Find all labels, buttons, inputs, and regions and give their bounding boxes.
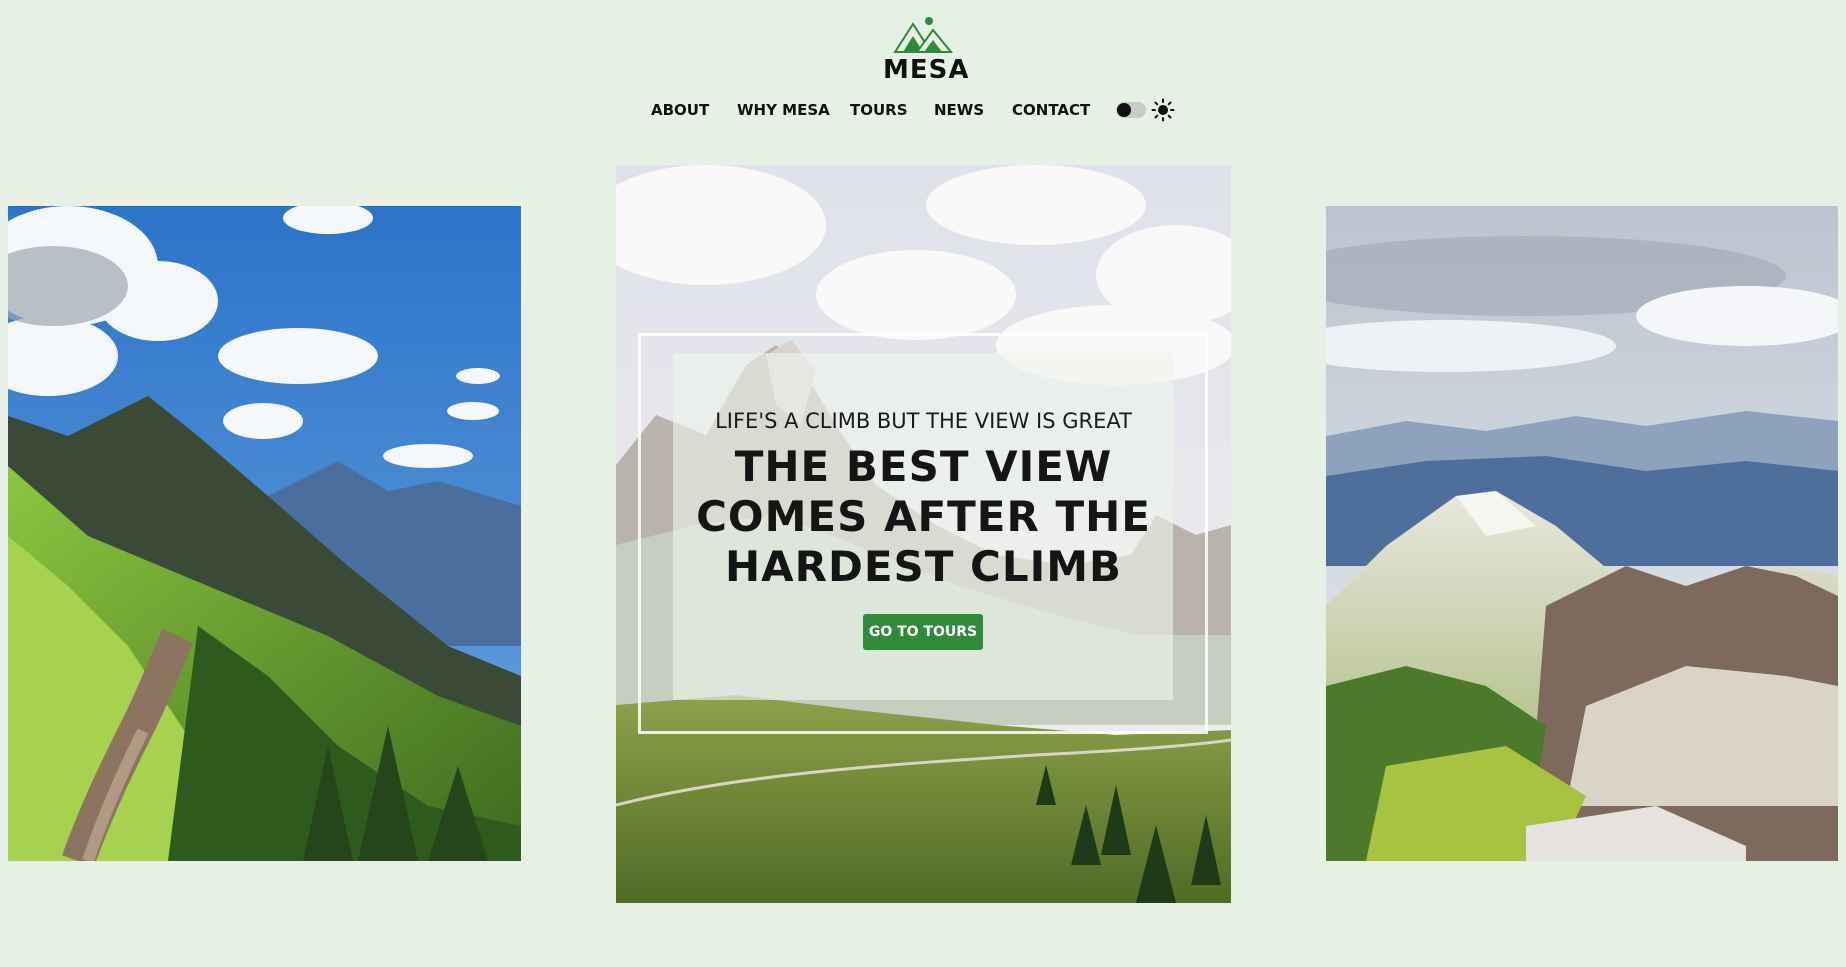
nav-item-why-mesa[interactable]: WHY MESA (737, 98, 830, 122)
logo[interactable]: MESA (883, 16, 970, 86)
site-header: MESA ABOUT WHY MESA TOURS NEWS CONTACT (0, 0, 1846, 140)
hero-title-line: HARDEST CLIMB (724, 542, 1123, 591)
hero-title-line: THE BEST VIEW (734, 442, 1113, 491)
mountain-trail-photo (8, 206, 521, 861)
hero-title-line: COMES AFTER THE (696, 492, 1151, 541)
hero-title: THE BEST VIEW COMES AFTER THE HARDEST CL… (616, 442, 1231, 592)
hero-tagline: LIFE'S A CLIMB BUT THE VIEW IS GREAT (715, 409, 1132, 433)
mountain-peak-photo (1326, 206, 1838, 861)
main-nav: ABOUT WHY MESA TOURS NEWS CONTACT (0, 98, 1846, 122)
nav-item-contact[interactable]: CONTACT (1012, 98, 1090, 122)
go-to-tours-button[interactable]: GO TO TOURS (863, 614, 983, 650)
nav-item-tours[interactable]: TOURS (850, 98, 908, 122)
toggle-knob (1117, 103, 1131, 117)
theme-toggle[interactable] (1116, 102, 1146, 118)
nav-item-news[interactable]: NEWS (934, 98, 984, 122)
mountains-icon (893, 17, 954, 53)
brand-name: MESA (883, 55, 970, 85)
sun-icon[interactable] (1151, 98, 1175, 122)
nav-item-about[interactable]: ABOUT (651, 98, 709, 122)
